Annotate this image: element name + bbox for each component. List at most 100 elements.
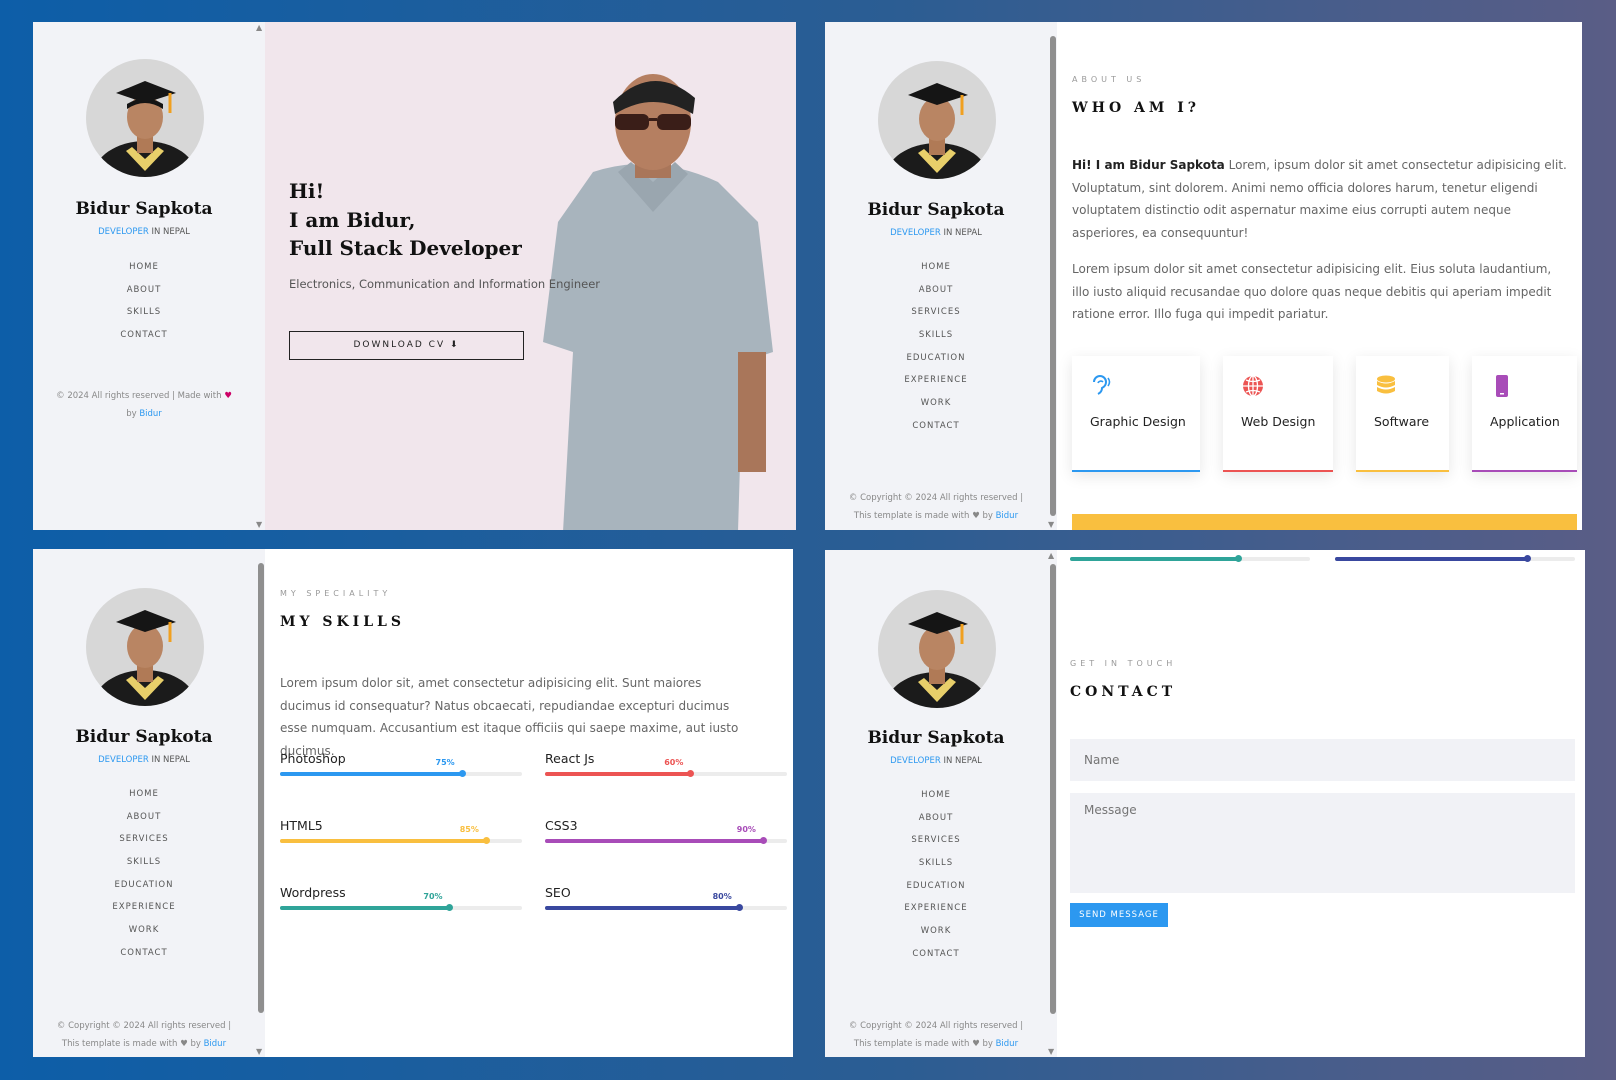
skill-name: SEO [545, 885, 571, 900]
nav-contact[interactable]: CONTACT [825, 943, 1047, 966]
nav-contact[interactable]: CONTACT [33, 324, 255, 347]
sidebar: Bidur Sapkota DEVELOPER IN NEPAL HOME AB… [33, 549, 255, 1057]
service-card-application[interactable]: Application [1472, 356, 1577, 472]
scroll-down-icon[interactable]: ▼ [1048, 1047, 1054, 1056]
nav-about[interactable]: ABOUT [33, 806, 255, 829]
nav-work[interactable]: WORK [33, 919, 255, 942]
nav-about[interactable]: ABOUT [825, 279, 1047, 302]
sidebar-role: DEVELOPER IN NEPAL [825, 756, 1047, 766]
scrollbar[interactable]: ▼ [255, 549, 265, 1057]
footer-author-link[interactable]: Bidur [139, 409, 161, 419]
nav-services[interactable]: SERVICES [825, 301, 1047, 324]
sidebar-name: Bidur Sapkota [75, 199, 213, 219]
role-highlight: DEVELOPER [98, 755, 149, 765]
scroll-down-icon[interactable]: ▼ [256, 520, 262, 529]
footer-author-link[interactable]: Bidur [204, 1039, 226, 1049]
scrollbar[interactable]: ▼ [1047, 22, 1057, 530]
skill-fill [1335, 557, 1527, 561]
sidebar: Bidur Sapkota DEVELOPER IN NEPAL HOME AB… [33, 22, 255, 530]
nav-skills[interactable]: SKILLS [825, 852, 1047, 875]
nav-skills[interactable]: SKILLS [33, 851, 255, 874]
role-rest: IN NEPAL [940, 228, 982, 238]
service-accent-bar [1072, 470, 1200, 472]
send-message-button[interactable]: SEND MESSAGE [1070, 903, 1168, 927]
nav-work[interactable]: WORK [825, 392, 1047, 415]
sidebar-role: DEVELOPER IN NEPAL [33, 227, 255, 237]
footer-text: © Copyright © 2024 All rights reserved | [848, 493, 1024, 503]
nav-home[interactable]: HOME [33, 783, 255, 806]
nav-skills[interactable]: SKILLS [33, 301, 255, 324]
sidebar-footer: © Copyright © 2024 All rights reserved |… [835, 489, 1037, 525]
skill-name: Photoshop [280, 751, 346, 766]
skills-eyebrow: MY SPECIALITY [280, 589, 392, 598]
skill-dot [458, 770, 466, 777]
sidebar: Bidur Sapkota DEVELOPER IN NEPAL HOME AB… [825, 22, 1047, 530]
scrollbar[interactable]: ▲ ▼ [255, 22, 265, 530]
avatar [878, 61, 996, 179]
scrollbar-thumb[interactable] [1050, 564, 1056, 1014]
skill-track [280, 770, 522, 777]
skill-track [280, 904, 522, 911]
nav-home[interactable]: HOME [825, 784, 1047, 807]
nav-about[interactable]: ABOUT [33, 279, 255, 302]
footer-author-link[interactable]: Bidur [996, 511, 1018, 521]
skill-track [545, 770, 787, 777]
scroll-down-icon[interactable]: ▼ [1048, 520, 1054, 529]
footer-text: © 2024 All rights reserved | Made with [56, 391, 222, 401]
avatar [878, 590, 996, 708]
nav-education[interactable]: EDUCATION [825, 347, 1047, 370]
nav-education[interactable]: EDUCATION [33, 874, 255, 897]
service-card-web-design[interactable]: Web Design [1223, 356, 1333, 472]
nav-services[interactable]: SERVICES [825, 829, 1047, 852]
sidebar-role: DEVELOPER IN NEPAL [33, 755, 255, 765]
nav-experience[interactable]: EXPERIENCE [33, 896, 255, 919]
nav-about[interactable]: ABOUT [825, 807, 1047, 830]
about-eyebrow: ABOUT US [1072, 75, 1146, 84]
nav-skills[interactable]: SKILLS [825, 324, 1047, 347]
nav-experience[interactable]: EXPERIENCE [825, 897, 1047, 920]
nav-work[interactable]: WORK [825, 920, 1047, 943]
skill-dot [1235, 555, 1242, 562]
sidebar-nav: HOME ABOUT SERVICES SKILLS EDUCATION EXP… [825, 784, 1047, 966]
service-label: Web Design [1241, 414, 1316, 429]
avatar [86, 588, 204, 706]
skill-dot [735, 904, 743, 911]
nav-experience[interactable]: EXPERIENCE [825, 369, 1047, 392]
message-textarea[interactable] [1070, 793, 1575, 893]
about-para-2: Lorem ipsum dolor sit amet consectetur a… [1072, 262, 1552, 321]
skill-fill [280, 839, 486, 843]
nav-contact[interactable]: CONTACT [825, 415, 1047, 438]
footer-by: by [979, 1039, 996, 1049]
nav-education[interactable]: EDUCATION [825, 875, 1047, 898]
role-highlight: DEVELOPER [98, 227, 149, 237]
scroll-up-icon[interactable]: ▲ [256, 23, 262, 32]
scrollbar[interactable]: ▲ ▼ [1047, 550, 1057, 1057]
heart-icon: ♥ [180, 1039, 188, 1049]
footer-author-link[interactable]: Bidur [996, 1039, 1018, 1049]
download-cv-button[interactable]: DOWNLOAD CV ⬇ [289, 331, 524, 360]
footer-text: © Copyright © 2024 All rights reserved | [56, 1021, 232, 1031]
phone-icon [1496, 375, 1508, 397]
skill-dot [446, 904, 454, 911]
service-card-graphic-design[interactable]: Graphic Design [1072, 356, 1200, 472]
nav-contact[interactable]: CONTACT [33, 942, 255, 965]
role-highlight: DEVELOPER [890, 228, 941, 238]
service-card-software[interactable]: Software [1356, 356, 1449, 472]
skill-dot [1524, 555, 1531, 562]
skill-percent: 60% [664, 758, 684, 767]
nav-home[interactable]: HOME [825, 256, 1047, 279]
scroll-up-icon[interactable]: ▲ [1048, 551, 1054, 560]
skill-fill [280, 772, 462, 776]
skill-percent: 80% [712, 892, 732, 901]
heart-icon: ♥ [972, 1039, 980, 1049]
database-icon [1377, 375, 1395, 394]
scroll-down-icon[interactable]: ▼ [256, 1047, 262, 1056]
skill-fill [545, 906, 739, 910]
nav-home[interactable]: HOME [33, 256, 255, 279]
scrollbar-thumb[interactable] [1050, 36, 1056, 516]
download-icon: ⬇ [449, 340, 460, 350]
nav-services[interactable]: SERVICES [33, 828, 255, 851]
heart-icon: ♥ [224, 391, 232, 401]
scrollbar-thumb[interactable] [258, 563, 264, 1013]
name-input[interactable] [1070, 739, 1575, 781]
